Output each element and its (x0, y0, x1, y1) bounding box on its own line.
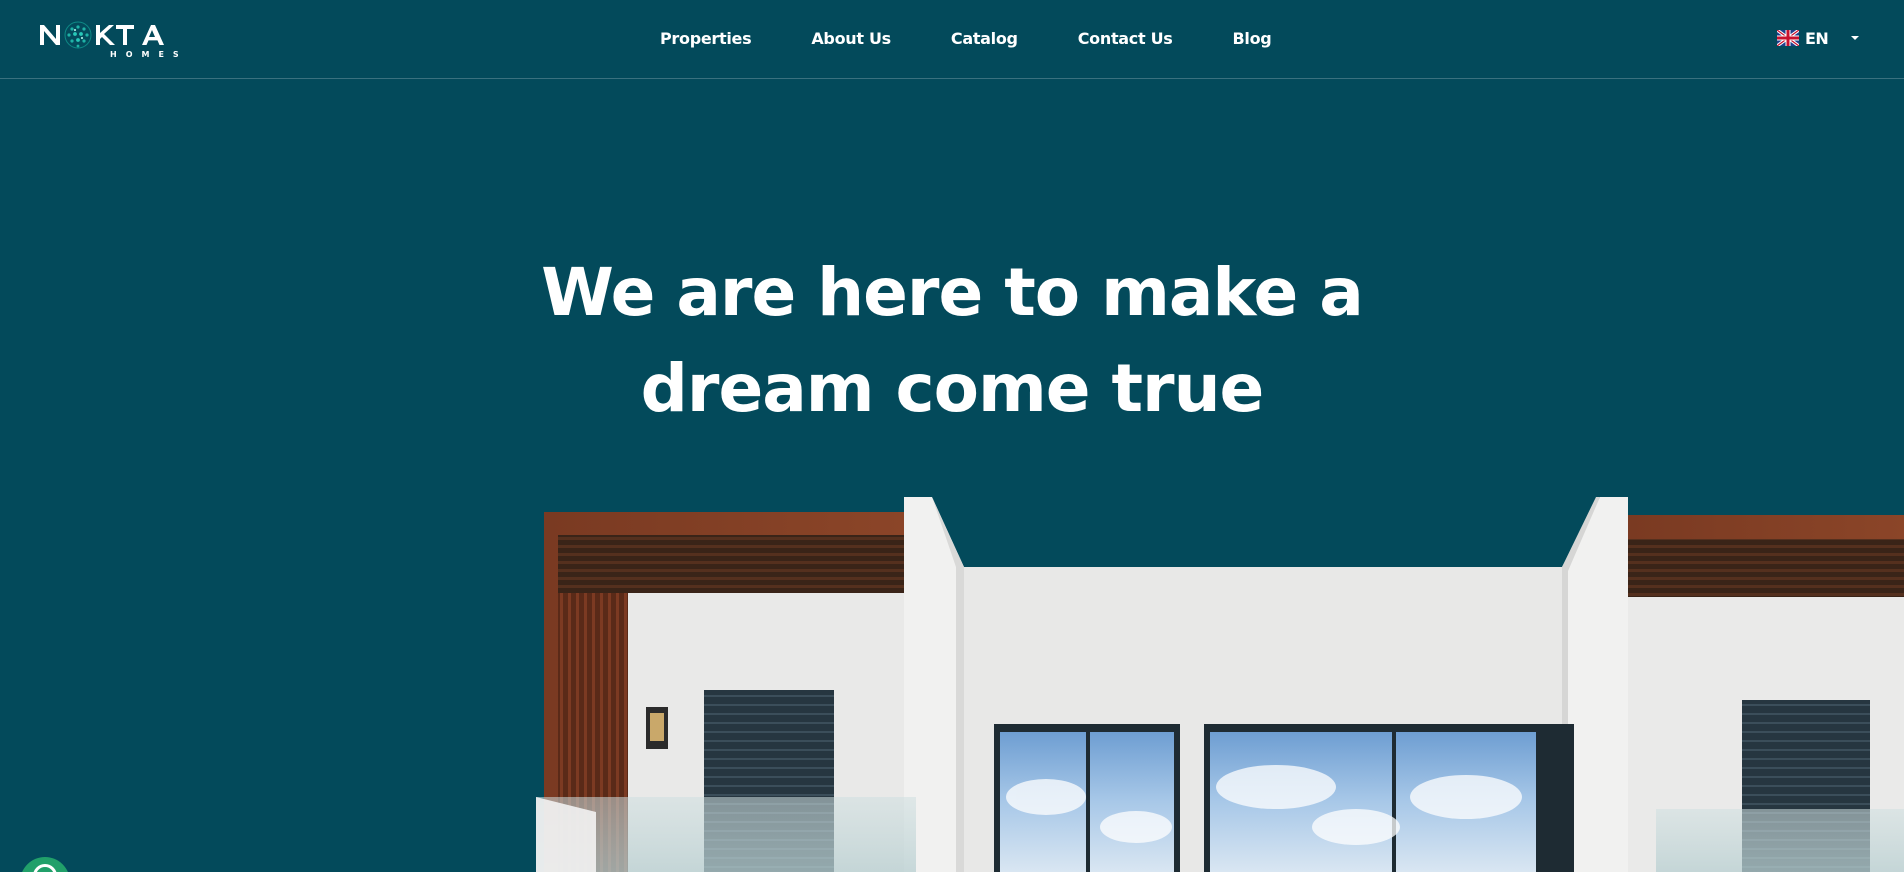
language-code: EN (1805, 28, 1829, 48)
uk-flag-icon (1777, 30, 1799, 46)
nav-link-properties[interactable]: Properties (660, 29, 752, 48)
nokta-logo-mark: HOMES (40, 21, 188, 59)
svg-text:HOMES: HOMES (110, 50, 188, 59)
caret-down-icon (1851, 36, 1860, 40)
hero-title: We are here to make a dream come true (452, 245, 1452, 437)
nav-link-blog[interactable]: Blog (1233, 29, 1272, 48)
site-header: HOMES Properties About Us Catalog Contac… (0, 0, 1904, 79)
hero-title-line-1: We are here to make a (541, 254, 1364, 331)
nav-link-contact-us[interactable]: Contact Us (1078, 29, 1173, 48)
chat-button[interactable] (20, 857, 70, 872)
hero-title-line-2: dream come true (640, 350, 1265, 427)
logo[interactable]: HOMES (38, 17, 202, 61)
nav-link-about-us[interactable]: About Us (811, 29, 891, 48)
nav-link-catalog[interactable]: Catalog (951, 29, 1018, 48)
language-selector[interactable]: EN (1777, 26, 1860, 50)
main-nav: Properties About Us Catalog Contact Us B… (660, 0, 1272, 76)
chat-bubble-icon (33, 864, 57, 872)
hero-house-image (536, 497, 1904, 872)
globe-dots-icon (64, 21, 92, 49)
